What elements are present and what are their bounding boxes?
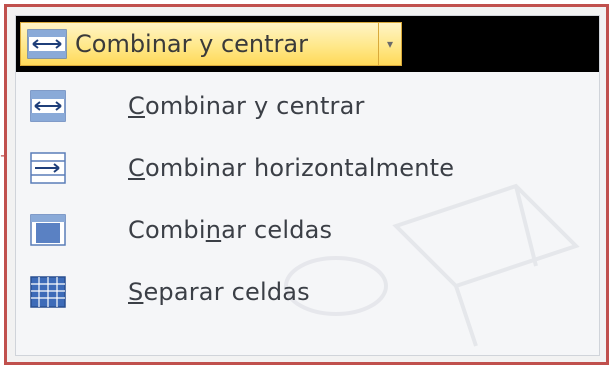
ribbon-dropdown: Combinar y centrar ▾ Combinar y centrar [15, 15, 600, 356]
menu-item-merge-center[interactable]: Combinar y centrar [16, 80, 599, 132]
menu-item-label: Combinar horizontalmente [128, 154, 455, 182]
screenshot-frame: Combinar y centrar ▾ Combinar y centrar [4, 4, 609, 365]
ribbon-bar: Combinar y centrar ▾ [16, 16, 599, 72]
merge-center-icon [27, 29, 67, 59]
menu-item-label: Separar celdas [128, 278, 310, 306]
merge-center-button[interactable]: Combinar y centrar [21, 23, 379, 65]
merge-menu: Combinar y centrar Combinar horizontalme… [16, 80, 599, 355]
menu-item-unmerge-cells[interactable]: Separar celdas [16, 266, 599, 318]
chevron-down-icon[interactable]: ▾ [379, 23, 401, 65]
merge-cells-icon [30, 214, 66, 246]
merge-center-split-button[interactable]: Combinar y centrar ▾ [20, 22, 402, 66]
merge-center-icon [30, 90, 66, 122]
merge-across-icon [30, 152, 66, 184]
menu-item-merge-cells[interactable]: Combinar celdas [16, 204, 599, 256]
menu-item-merge-across[interactable]: Combinar horizontalmente [16, 142, 599, 194]
unmerge-cells-icon [30, 276, 66, 308]
merge-center-label: Combinar y centrar [75, 30, 308, 58]
menu-item-label: Combinar celdas [128, 216, 333, 244]
menu-item-label: Combinar y centrar [128, 92, 365, 120]
